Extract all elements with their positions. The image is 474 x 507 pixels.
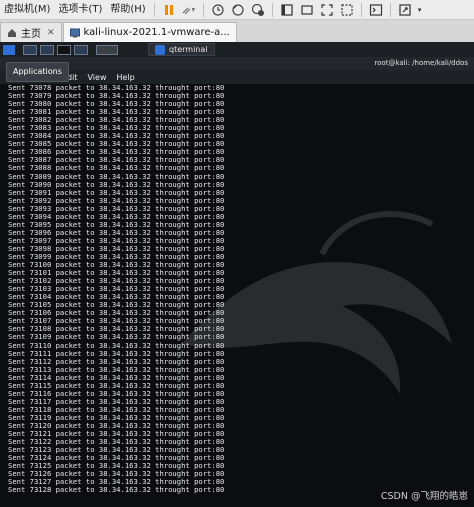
qterminal-window: root@kali: /home/kali/ddos Edit View Hel… [0, 57, 474, 507]
home-icon [7, 28, 17, 38]
tab-kali-vm-label: kali-linux-2021.1-vmware-a... [83, 27, 230, 38]
menu-help[interactable]: 帮助(H) [106, 0, 149, 20]
terminal-lines: Sent 73078 packet to 38.34.163.32 throug… [8, 84, 224, 494]
vm-icon [69, 28, 80, 38]
send-keys-icon[interactable] [180, 1, 198, 19]
view-normal-icon[interactable] [278, 1, 296, 19]
applications-tooltip-label: Applications [13, 67, 62, 76]
tab-kali-vm[interactable]: kali-linux-2021.1-vmware-a... [62, 22, 237, 42]
menu-view[interactable]: View [88, 73, 107, 82]
toolbar-separator [360, 2, 362, 17]
menu-tabs[interactable]: 选项卡(T) [54, 0, 106, 20]
stretch-icon[interactable] [396, 1, 414, 19]
terminal-title: root@kali: /home/kali/ddos [374, 59, 468, 67]
console-icon[interactable] [367, 1, 385, 19]
terminal-title-bar: root@kali: /home/kali/ddos [0, 57, 474, 70]
view-fullscreen-icon[interactable] [318, 1, 336, 19]
stretch-dropdown-icon[interactable]: ▾ [416, 1, 424, 19]
terminal-output[interactable]: Sent 73078 packet to 38.34.163.32 throug… [0, 84, 474, 507]
snapshot-restore-icon[interactable] [229, 1, 247, 19]
tab-home[interactable]: 主页 ✕ [0, 22, 62, 42]
terminal-icon [155, 44, 165, 55]
view-fit-icon[interactable] [298, 1, 316, 19]
toolbar-separator [389, 2, 391, 17]
terminal-line: Sent 73128 packet to 38.34.163.32 throug… [8, 485, 225, 495]
close-icon[interactable]: ✕ [47, 28, 55, 38]
workspace-1-icon[interactable] [23, 44, 37, 55]
terminal-launcher-icon[interactable] [57, 44, 71, 55]
workspace-switcher[interactable] [96, 44, 118, 55]
vmware-toolbar: 虚拟机(M) 选项卡(T) 帮助(H) ▾ [0, 0, 474, 20]
terminal-menubar: Edit View Help [0, 70, 474, 84]
snapshot-icon[interactable] [209, 1, 227, 19]
browser-icon[interactable] [74, 44, 88, 55]
toolbar-separator [271, 2, 273, 17]
applications-tooltip: Applications [6, 62, 69, 82]
kali-top-panel: qterminal [0, 42, 474, 57]
tab-home-label: 主页 [21, 29, 41, 40]
file-manager-icon[interactable] [40, 44, 54, 55]
view-unity-icon[interactable] [338, 1, 356, 19]
snapshot-manager-icon[interactable] [249, 1, 267, 19]
menu-help-terminal[interactable]: Help [116, 73, 134, 82]
pause-icon[interactable] [160, 1, 178, 19]
taskbar-item-qterminal[interactable]: qterminal [148, 43, 215, 56]
vm-tab-strip: 主页 ✕ kali-linux-2021.1-vmware-a... [0, 20, 474, 42]
taskbar-item-label: qterminal [169, 45, 208, 54]
toolbar-separator [202, 2, 204, 17]
csdn-watermark: CSDN @飞翔的皓崽 [380, 491, 468, 502]
toolbar-separator [153, 2, 155, 17]
menu-vm[interactable]: 虚拟机(M) [0, 0, 54, 20]
kali-menu-icon[interactable] [3, 44, 15, 55]
